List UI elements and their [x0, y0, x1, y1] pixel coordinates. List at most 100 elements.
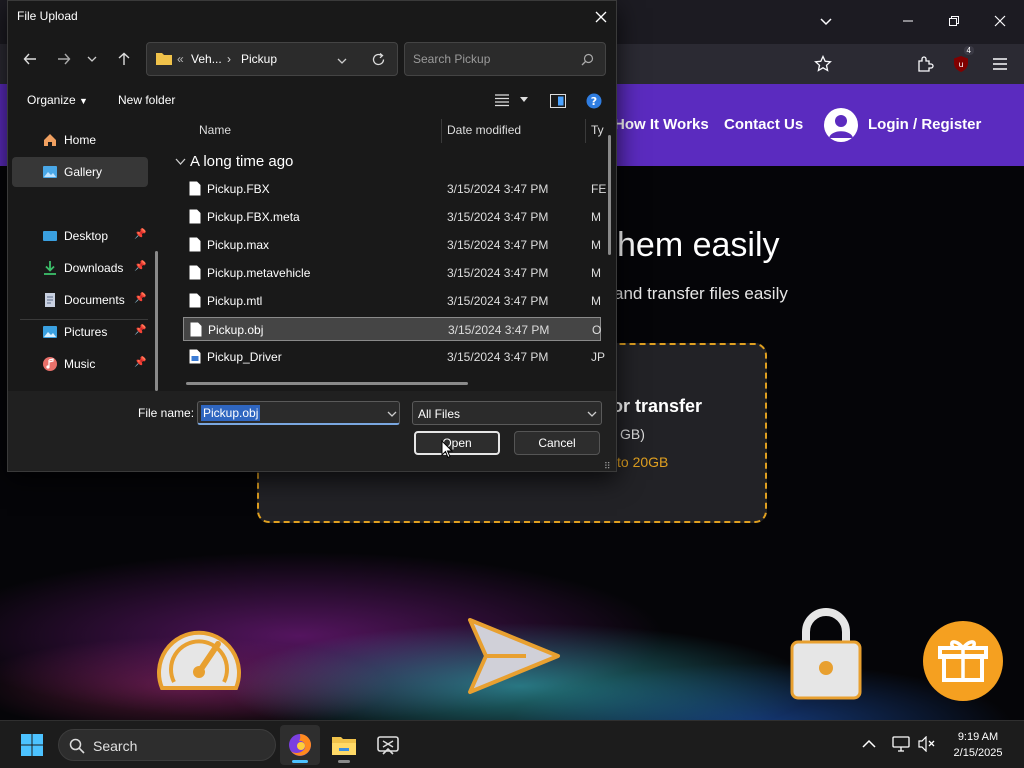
nav-item-music[interactable]: Music 📌 [12, 349, 148, 379]
preview-pane-icon[interactable] [550, 94, 566, 108]
nav-how-it-works[interactable]: How It Works [614, 116, 709, 133]
folder-search-input[interactable] [413, 51, 573, 67]
app-menu-button[interactable] [985, 50, 1015, 78]
address-bar[interactable]: « Veh... › Pickup [146, 42, 398, 76]
lock-icon [790, 608, 862, 700]
running-app-indicator [338, 760, 350, 763]
breadcrumb-current[interactable]: Pickup [241, 52, 277, 66]
dialog-close-button[interactable] [584, 3, 618, 31]
nav-item-pictures[interactable]: Pictures 📌 [12, 317, 148, 347]
taskbar-firefox[interactable] [280, 725, 320, 765]
system-clock[interactable]: 9:19 AM 2/15/2025 [946, 729, 1010, 761]
nav-item-home[interactable]: Home [12, 125, 148, 155]
resize-grip-icon[interactable]: ⠿ [604, 461, 611, 472]
nav-item-desktop[interactable]: Desktop 📌 [12, 221, 148, 251]
file-name-input[interactable]: Pickup.obj [201, 405, 261, 421]
file-row[interactable]: Pickup_Driver 3/15/2024 3:47 PM JP [183, 345, 605, 369]
taskbar-search-input[interactable] [93, 737, 263, 755]
file-type-filter[interactable]: All Files [412, 401, 602, 425]
nav-login-register[interactable]: Login / Register [868, 116, 981, 133]
chevron-down-icon[interactable] [387, 410, 397, 418]
clock-time: 9:19 AM [957, 731, 999, 743]
file-list-vertical-scrollbar[interactable] [608, 135, 611, 255]
nav-item-documents[interactable]: Documents 📌 [12, 285, 148, 315]
nav-item-label: Pictures [64, 325, 108, 339]
organize-label: Organize [27, 93, 76, 107]
user-avatar-icon[interactable] [824, 108, 858, 142]
nav-item-gallery[interactable]: Gallery [12, 157, 148, 187]
group-header[interactable]: A long time ago [190, 153, 293, 170]
file-icon [189, 237, 201, 252]
file-type: M [591, 238, 601, 252]
forward-button[interactable] [50, 45, 78, 73]
organize-button[interactable]: Organize ▼ [27, 93, 88, 107]
file-row-selected[interactable]: Pickup.obj 3/15/2024 3:47 PM O [183, 317, 601, 341]
bookmark-button[interactable] [808, 50, 838, 78]
file-row[interactable]: Pickup.FBX 3/15/2024 3:47 PM FE [183, 177, 606, 201]
drop-zone-size: GB) [620, 426, 645, 442]
file-icon [190, 322, 202, 337]
folder-search-box[interactable] [404, 42, 606, 76]
view-options-button[interactable] [494, 93, 528, 112]
open-button[interactable]: Open [414, 431, 500, 455]
dialog-titlebar[interactable]: File Upload [8, 1, 616, 33]
refresh-icon[interactable] [371, 52, 386, 67]
file-row[interactable]: Pickup.FBX.meta 3/15/2024 3:47 PM M [183, 205, 601, 229]
restore-button[interactable] [934, 6, 974, 36]
minimize-button[interactable] [888, 6, 928, 36]
breadcrumb-separator: › [227, 52, 231, 66]
caret-down-icon: ▼ [79, 96, 88, 106]
firefox-icon [289, 734, 311, 756]
taskbar-file-explorer[interactable] [324, 725, 364, 765]
shield-icon: u [954, 56, 968, 72]
pin-icon: 📌 [134, 357, 147, 368]
start-button[interactable] [12, 725, 52, 765]
drop-zone-limit: to 20GB [617, 454, 669, 470]
extensions-button[interactable] [910, 50, 940, 78]
file-list-horizontal-scrollbar[interactable] [186, 382, 468, 385]
nav-item-downloads[interactable]: Downloads 📌 [12, 253, 148, 283]
file-row[interactable]: Pickup.mtl 3/15/2024 3:47 PM M [183, 289, 601, 313]
file-type: O [592, 323, 602, 337]
column-divider[interactable] [441, 119, 442, 143]
column-divider[interactable] [585, 119, 586, 143]
file-row[interactable]: Pickup.max 3/15/2024 3:47 PM M [183, 233, 601, 257]
list-view-icon [495, 94, 509, 107]
network-icon[interactable] [892, 736, 910, 752]
chevron-down-icon [87, 56, 97, 62]
new-folder-button[interactable]: New folder [118, 93, 175, 107]
column-header-type[interactable]: Ty [591, 123, 604, 137]
speedometer-icon [157, 630, 241, 690]
file-row[interactable]: Pickup.metavehicle 3/15/2024 3:47 PM M [183, 261, 601, 285]
column-header-date-modified[interactable]: Date modified [447, 123, 521, 137]
ublock-extension-button[interactable]: u 4 [946, 46, 976, 78]
close-window-button[interactable] [980, 6, 1020, 36]
search-icon [581, 53, 594, 66]
up-one-level-button[interactable] [110, 45, 138, 73]
recent-locations-button[interactable] [82, 45, 102, 73]
puzzle-icon [918, 56, 934, 72]
taskbar-search[interactable] [58, 729, 276, 761]
nav-contact-us[interactable]: Contact Us [724, 116, 803, 133]
gift-icon [923, 621, 1003, 701]
restore-icon [949, 16, 959, 26]
nav-pane-scrollbar[interactable] [155, 251, 158, 391]
list-tabs-button[interactable] [806, 6, 846, 36]
taskbar-sync-app[interactable] [368, 725, 408, 765]
back-button[interactable] [16, 45, 44, 73]
file-name-combobox[interactable]: Pickup.obj [197, 401, 400, 425]
nav-item-videos[interactable] [12, 381, 148, 391]
chevron-down-icon[interactable] [175, 157, 186, 166]
pin-icon: 📌 [134, 325, 147, 336]
chevron-down-icon [820, 18, 832, 26]
volume-muted-icon[interactable] [918, 736, 936, 752]
chevron-down-icon[interactable] [337, 56, 347, 66]
pin-icon: 📌 [134, 229, 147, 240]
chevron-up-icon[interactable] [862, 739, 876, 749]
cancel-button[interactable]: Cancel [514, 431, 600, 455]
help-icon[interactable]: ? [586, 93, 602, 109]
breadcrumb-parent[interactable]: Veh... [191, 52, 222, 66]
file-date: 3/15/2024 3:47 PM [447, 266, 549, 280]
column-header-name[interactable]: Name [199, 123, 231, 137]
breadcrumb-overflow[interactable]: « [177, 52, 184, 66]
